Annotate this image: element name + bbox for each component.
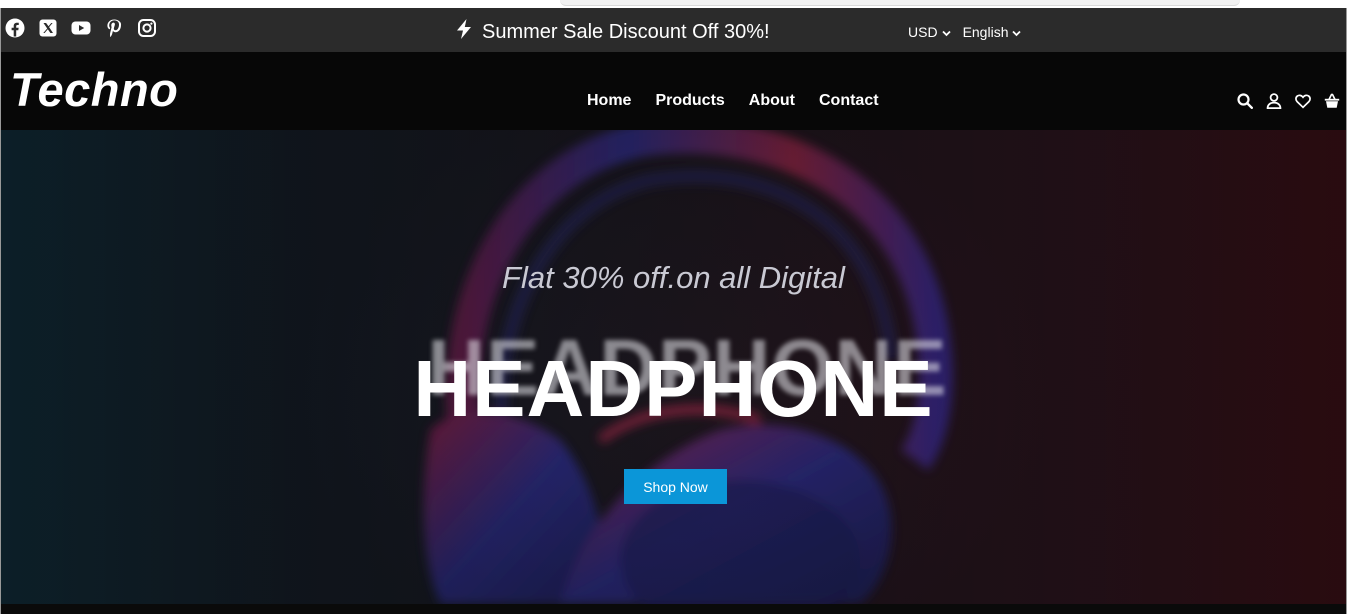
- cart-basket-icon[interactable]: [1324, 92, 1340, 110]
- hero-title: HEADPHONE: [413, 344, 934, 433]
- promo-text: Summer Sale Discount Off 30%!: [482, 20, 770, 43]
- chevron-down-icon: [941, 24, 951, 40]
- locale-selectors: USD English: [908, 24, 1022, 40]
- lightning-bolt-icon: [454, 18, 474, 46]
- bottom-divider: [1, 604, 1346, 614]
- x-twitter-icon[interactable]: [38, 18, 58, 38]
- social-links: [5, 18, 157, 38]
- shop-now-button[interactable]: Shop Now: [624, 469, 727, 504]
- facebook-icon[interactable]: [5, 18, 25, 38]
- nav-home[interactable]: Home: [587, 92, 631, 110]
- browser-address-bar-edge: [560, 0, 1240, 6]
- currency-value: USD: [908, 24, 938, 40]
- header-actions: [1237, 92, 1340, 110]
- chevron-down-icon: [1012, 24, 1022, 40]
- heart-icon[interactable]: [1295, 92, 1311, 110]
- youtube-icon[interactable]: [71, 18, 91, 38]
- user-icon[interactable]: [1266, 92, 1282, 110]
- main-header: Techno Home Products About Contact: [1, 52, 1346, 130]
- nav-products[interactable]: Products: [655, 92, 724, 110]
- instagram-icon[interactable]: [137, 18, 157, 38]
- language-value: English: [962, 24, 1009, 40]
- search-icon[interactable]: [1237, 92, 1253, 110]
- promo-banner: Summer Sale Discount Off 30%!: [454, 18, 770, 46]
- site-logo[interactable]: Techno: [10, 62, 178, 117]
- main-nav: Home Products About Contact: [587, 92, 879, 110]
- page: Summer Sale Discount Off 30%! USD Englis…: [0, 8, 1347, 614]
- nav-about[interactable]: About: [749, 92, 795, 110]
- top-announcement-bar: Summer Sale Discount Off 30%! USD Englis…: [1, 8, 1346, 52]
- language-selector[interactable]: English: [963, 24, 1022, 40]
- hero-banner: Flat 30% off.on all Digital HEADPHONE HE…: [1, 130, 1346, 604]
- currency-selector[interactable]: USD: [908, 24, 951, 40]
- hero-subtitle: Flat 30% off.on all Digital: [502, 260, 845, 295]
- nav-contact[interactable]: Contact: [819, 92, 879, 110]
- pinterest-icon[interactable]: [104, 18, 124, 38]
